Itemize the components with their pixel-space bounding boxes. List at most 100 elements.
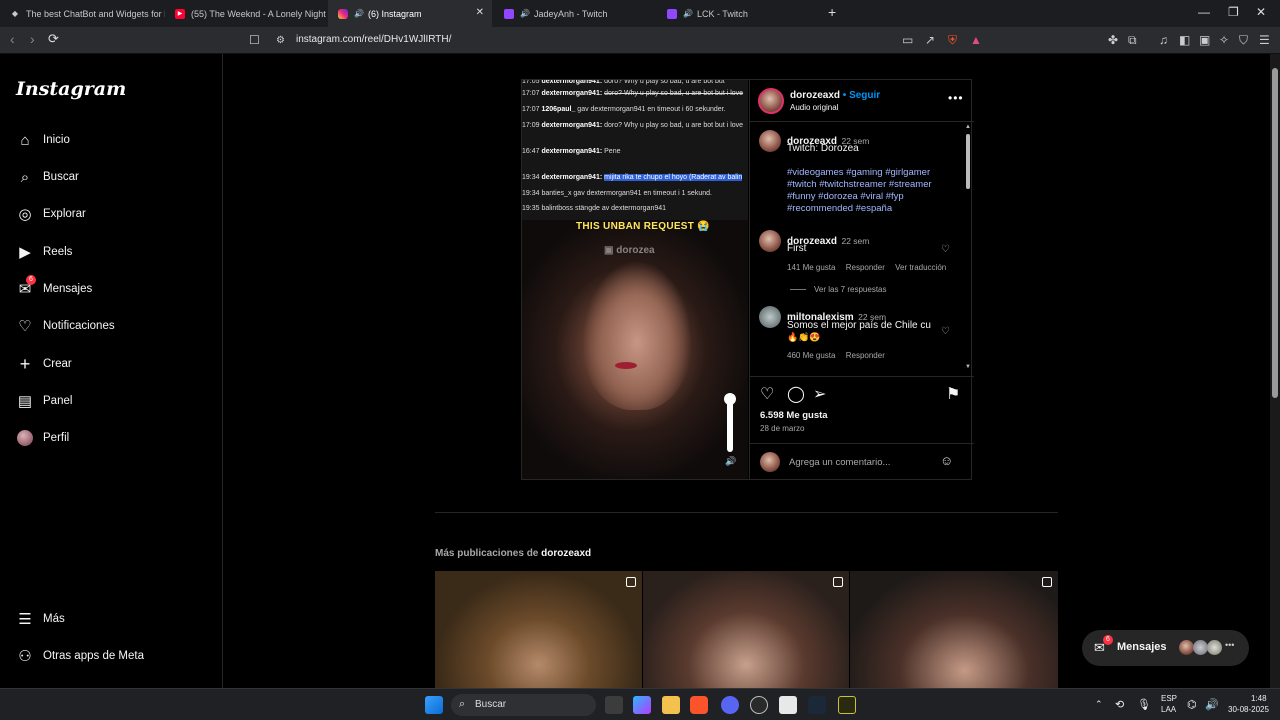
app-icon[interactable] xyxy=(838,696,856,714)
comment-icon[interactable]: ◯ xyxy=(787,384,805,404)
tab-youtube[interactable]: ▶ (55) The Weeknd - A Lonely Night (A xyxy=(165,0,328,27)
page-scrollbar[interactable] xyxy=(1270,54,1280,688)
share-icon[interactable]: ↗ xyxy=(925,33,935,47)
tab-twitch-jadey[interactable]: 🔊 JadeyAnh - Twitch xyxy=(494,0,657,27)
layout-indicator[interactable]: LAA xyxy=(1161,705,1176,714)
brave-browser-icon[interactable] xyxy=(690,696,708,714)
sidebar-item-profile[interactable]: Perfil xyxy=(16,429,69,447)
reel-video[interactable]: 17:05 dextermorgan941: doro? Why u play … xyxy=(522,80,748,479)
like-icon[interactable]: ♡ xyxy=(760,384,774,404)
messages-pill[interactable]: ✉ 6 Mensajes ••• xyxy=(1082,630,1249,666)
steam-icon[interactable] xyxy=(808,696,826,714)
task-view-icon[interactable] xyxy=(605,696,623,714)
sidebar-item-more[interactable]: ☰ Más xyxy=(16,610,64,628)
comments-scrollbar[interactable]: ▲ ▼ xyxy=(964,124,972,374)
language-indicator[interactable]: ESP xyxy=(1161,694,1177,703)
new-tab-button[interactable]: + xyxy=(828,4,836,20)
volume-icon[interactable]: 🔊 xyxy=(725,456,736,467)
wallet-icon[interactable]: ▣ xyxy=(1199,33,1210,47)
audio-icon: 🔊 xyxy=(683,9,693,18)
app-icon[interactable] xyxy=(750,696,768,714)
sidebar-item-meta-apps[interactable]: ⚇ Otras apps de Meta xyxy=(16,647,144,665)
screenshot-icon[interactable]: ⧉ xyxy=(1128,33,1137,48)
share-icon[interactable]: ➢ xyxy=(813,384,826,404)
likes-count[interactable]: 6.598 Me gusta xyxy=(760,410,828,421)
volume-slider-handle[interactable] xyxy=(724,393,736,405)
emoji-icon[interactable]: ☺ xyxy=(940,453,953,468)
comment-like-icon[interactable]: ♡ xyxy=(941,326,950,337)
microphone-icon[interactable]: 🎙 xyxy=(1137,698,1151,711)
more-post-thumbnail[interactable] xyxy=(850,571,1058,688)
clock-time[interactable]: 1:48 xyxy=(1251,694,1267,703)
tab-twitch-lck[interactable]: 🔊 LCK - Twitch xyxy=(657,0,820,27)
leo-ai-icon[interactable]: ✧ xyxy=(1219,33,1229,47)
brave-shield-icon[interactable]: ⛨ xyxy=(948,33,957,48)
follow-button[interactable]: • Seguir xyxy=(843,90,880,101)
more-dots-icon: ••• xyxy=(1225,640,1235,650)
bookmark-icon[interactable]: ☐ xyxy=(249,33,260,47)
tray-expand-icon[interactable]: ⌃ xyxy=(1095,699,1103,710)
close-tab-icon[interactable]: ✕ xyxy=(476,7,484,18)
sidebar-item-notifications[interactable]: ♡ Notificaciones xyxy=(16,317,114,335)
comment-likes[interactable]: 460 Me gusta xyxy=(787,351,835,360)
save-icon[interactable]: ⚑ xyxy=(946,384,960,404)
tab-instagram[interactable]: 🔊 (6) Instagram ✕ xyxy=(328,0,492,27)
reply-button[interactable]: Responder xyxy=(846,263,885,272)
multi-image-icon xyxy=(626,577,636,587)
author-avatar[interactable] xyxy=(758,88,784,114)
media-icon[interactable]: ♫ xyxy=(1159,33,1168,47)
caption-avatar[interactable] xyxy=(759,130,781,152)
maximize-button[interactable]: ❐ xyxy=(1228,5,1239,19)
sidebar-item-home[interactable]: ⌂ Inicio xyxy=(16,131,69,149)
caption-hashtags[interactable]: #videogames #gaming #girlgamer #twitch #… xyxy=(787,167,937,215)
notepad-icon[interactable] xyxy=(779,696,797,714)
extensions-icon[interactable]: ✤ xyxy=(1108,33,1118,47)
volume-icon[interactable]: 🔊 xyxy=(1205,698,1219,711)
menu-icon[interactable]: ☰ xyxy=(1259,33,1270,47)
taskbar-search[interactable]: ⌕ Buscar xyxy=(451,694,596,716)
copilot-icon[interactable] xyxy=(633,696,651,714)
network-icon[interactable]: ⌬ xyxy=(1187,698,1197,711)
comment-likes[interactable]: 141 Me gusta xyxy=(787,263,835,272)
sidebar-toggle-icon[interactable]: ◧ xyxy=(1179,33,1190,47)
meta-apps-icon: ⚇ xyxy=(18,648,32,665)
comment-avatar[interactable] xyxy=(759,306,781,328)
close-window-button[interactable]: ✕ xyxy=(1256,5,1266,19)
file-explorer-icon[interactable] xyxy=(662,696,680,714)
url-field[interactable]: instagram.com/reel/DHv1WJlIRTH/ xyxy=(296,34,451,45)
sidebar-item-reels[interactable]: ▶ Reels xyxy=(16,243,72,261)
cast-icon[interactable]: ▭ xyxy=(902,33,913,47)
reload-button[interactable]: ⟳ xyxy=(48,31,59,47)
sidebar-item-search[interactable]: ⌕ Buscar xyxy=(16,168,79,186)
comment-avatar[interactable] xyxy=(759,230,781,252)
translate-button[interactable]: Ver traducción xyxy=(895,263,946,272)
vpn-icon[interactable]: ⛉ xyxy=(1239,33,1248,48)
search-icon: ⌕ xyxy=(459,698,466,710)
discord-icon[interactable] xyxy=(721,696,739,714)
sidebar-item-create[interactable]: + Crear xyxy=(16,354,72,374)
more-posts-user[interactable]: dorozeaxd xyxy=(541,548,591,559)
sidebar-item-explore[interactable]: ◎ Explorar xyxy=(16,205,85,223)
more-post-thumbnail[interactable] xyxy=(643,571,849,688)
clock-date[interactable]: 30-08-2025 xyxy=(1228,705,1269,714)
sidebar-item-messages[interactable]: ✉ 6 Mensajes xyxy=(16,275,92,298)
minimize-button[interactable]: — xyxy=(1198,5,1210,19)
view-replies-button[interactable]: Ver las 7 respuestas xyxy=(790,285,886,294)
more-post-thumbnail[interactable] xyxy=(435,571,642,688)
tab-chatbot[interactable]: ◆ The best ChatBot and Widgets for Ki xyxy=(0,0,165,27)
video-banner-text: THIS UNBAN REQUEST 😭 xyxy=(576,221,711,232)
forward-button[interactable]: › xyxy=(30,31,35,47)
rewards-icon[interactable]: ▲ xyxy=(970,33,982,47)
comment-like-icon[interactable]: ♡ xyxy=(941,244,950,255)
author-username[interactable]: dorozeaxd xyxy=(790,90,840,101)
tray-app-icon[interactable]: ⟲ xyxy=(1115,698,1124,711)
instagram-logo[interactable]: Instagram xyxy=(16,78,126,100)
sidebar-item-dashboard[interactable]: ▤ Panel xyxy=(16,392,73,410)
more-options-icon[interactable]: ••• xyxy=(948,91,964,105)
audio-label[interactable]: Audio original xyxy=(790,103,838,112)
windows-start-icon[interactable] xyxy=(425,696,443,714)
reply-button[interactable]: Responder xyxy=(846,351,885,360)
comment-input[interactable]: Agrega un comentario... xyxy=(789,457,890,468)
site-info-icon[interactable]: ⚙ xyxy=(276,35,285,46)
back-button[interactable]: ‹ xyxy=(10,31,15,47)
